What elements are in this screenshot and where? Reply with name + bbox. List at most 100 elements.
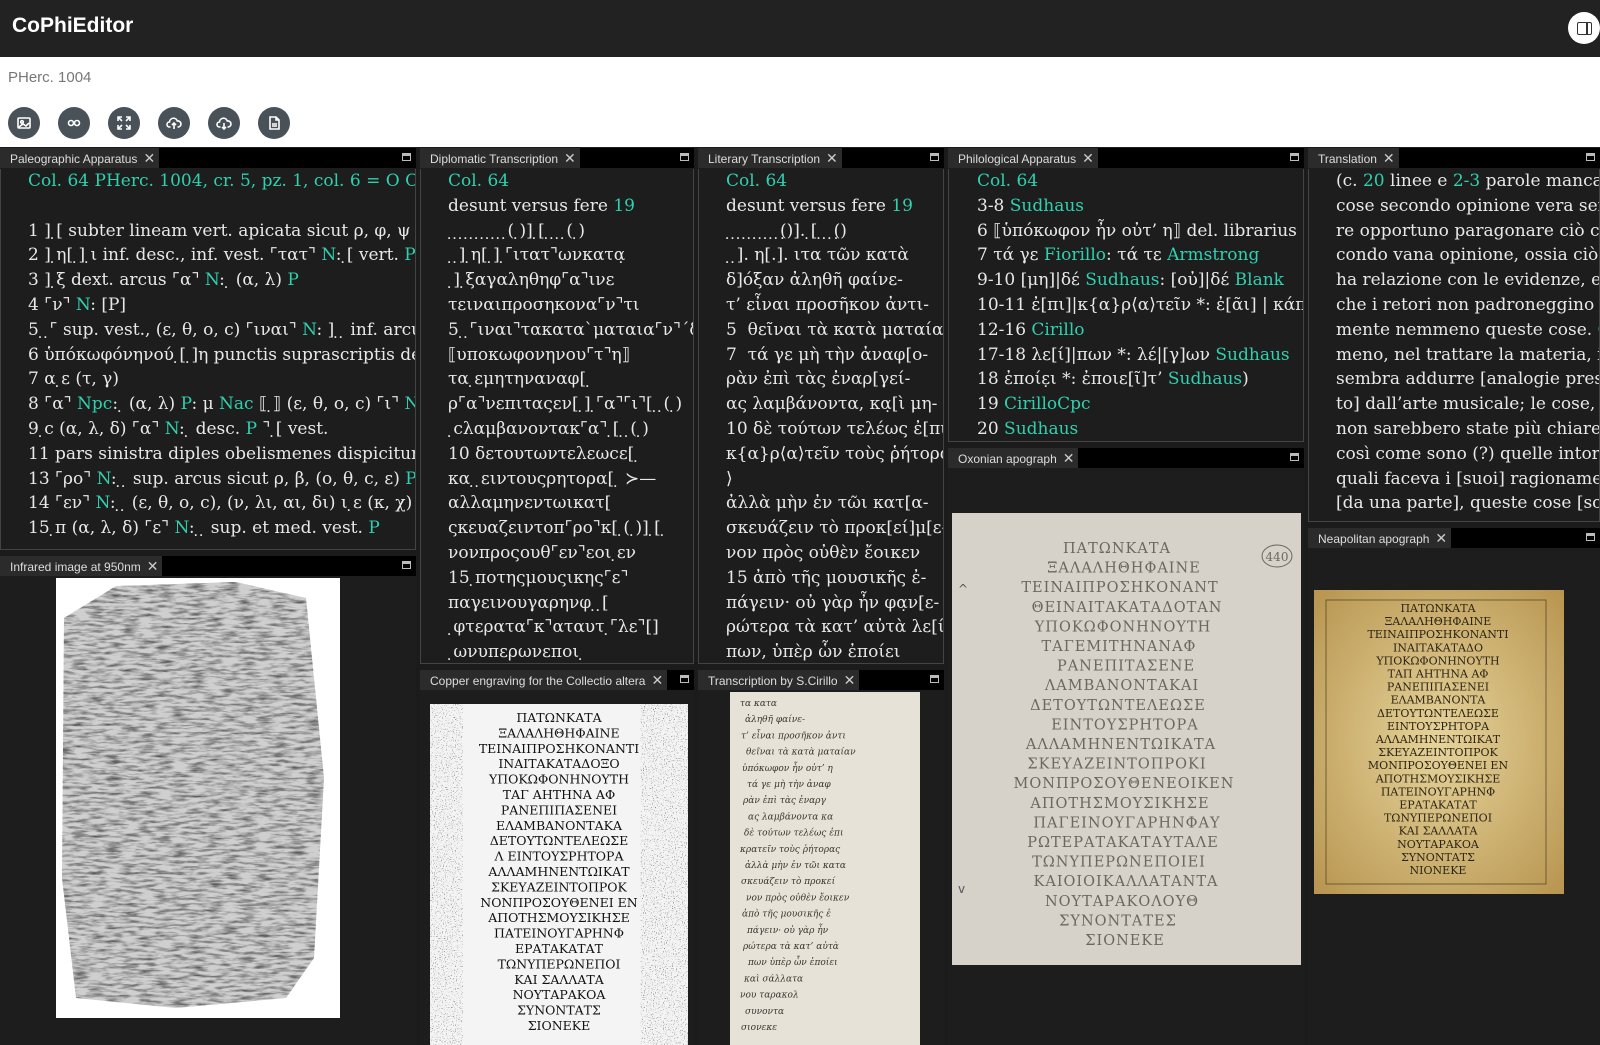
cloud-upload-icon[interactable] <box>158 107 190 139</box>
neapolitan-apograph-image[interactable]: ΠΑΤΩΝΚΑΤΑ ΞΑΛΑΛΗΘΗΦΑΙΝΕ ΤΕΙΝΑΙΠΡΟΣΗΚΟΝΑΝΤΙ… <box>1314 590 1564 894</box>
text-line: ⟦υποκωφονηνου⌜τ⌝η⟧ <box>448 344 631 365</box>
image-text-line: θεῖναι τὰ κατὰ ματαίαν <box>746 747 856 758</box>
text-line: πάγειν· οὐ γὰρ ἦν φα̣ν[ε- <box>726 592 940 613</box>
tabstrip: Literary Transcription ✕ <box>698 148 944 168</box>
tab-neapolitan-apograph[interactable]: Neapolitan apograph ✕ <box>1308 528 1452 548</box>
text-line: 9-10 [μη]|δέ Sudhaus: [οὐ]|δέ Blank <box>977 270 1284 291</box>
image-icon[interactable] <box>8 107 40 139</box>
image-text-line: ΕΛΑΜΒΑΝΟΝΤΑΚΑ <box>496 818 623 833</box>
maximize-icon[interactable] <box>680 675 689 683</box>
infrared-papyrus-image[interactable] <box>56 578 340 1018</box>
text-line: ha relazione con le evidenze, e <box>1336 270 1600 291</box>
image-text-line: ΥΠΟΚΩΦΟΝΗΝΟΥΤΗ <box>1034 619 1212 635</box>
tab-label: Philological Apparatus <box>958 152 1077 166</box>
image-text-line: ΛΑΜΒΑΝΟΝΤΑΚΑΙ <box>1044 678 1199 694</box>
text-line: πων, ὑπὲρ ὧν ἐποίει <box>726 642 901 663</box>
cirillo-manuscript-image[interactable]: τα κατα ἀληθῆ φαίνε-τ’ εἶναι προσῆκον ἀντ… <box>730 692 920 1045</box>
maximize-icon[interactable] <box>930 153 939 161</box>
tab-label: Literary Transcription <box>708 152 821 166</box>
link-icon[interactable] <box>58 107 90 139</box>
text-line: che i retori non padroneggino a <box>1336 294 1600 315</box>
close-icon[interactable]: ✕ <box>1082 150 1094 166</box>
fullscreen-icon[interactable] <box>108 107 140 139</box>
maximize-icon[interactable] <box>402 153 411 161</box>
tab-oxonian-apograph[interactable]: Oxonian apograph ✕ <box>948 448 1079 468</box>
close-icon[interactable]: ✕ <box>826 150 838 166</box>
image-text-line: ΑΠΟΤΗΣΜΟΥΣΙΚΗΣΕ <box>1029 796 1209 812</box>
cloud-download-icon[interactable] <box>208 107 240 139</box>
tab-copper-engraving[interactable]: Copper engraving for the Collectio alter… <box>420 670 668 690</box>
maximize-icon[interactable] <box>402 561 411 569</box>
image-text-line: συνοντα <box>745 1007 784 1017</box>
panel-philological-apparatus: Philological Apparatus ✕ Col. 64 3-8 Sudha… <box>948 148 1304 442</box>
image-text-line: ΑΠΟΤΗΣΜΟΥΣΙΚΗΣΕ <box>487 910 630 925</box>
maximize-icon[interactable] <box>930 675 939 683</box>
image-text-line: ρώτερα τὰ κατ’ αὐτὰ <box>742 941 839 952</box>
tab-infrared-image[interactable]: Infrared image at 950nm ✕ <box>0 556 163 576</box>
image-text-line: ΤΩΝΥΠΕΡΩΝΕΠΟΙ <box>1384 812 1492 825</box>
text-line: 2 ] ̣η[ ̣] ̣ι inf. desc., inf. vest. ⌜τα… <box>28 245 416 266</box>
close-icon[interactable]: ✕ <box>147 558 159 574</box>
panel-body: Col. 64 desunt versus fere 19 ̣ ̣ ̣ ̣ ̣ ̣… <box>698 169 944 664</box>
panel-toggle-icon[interactable] <box>1568 12 1600 44</box>
text-line: meno, nel trattare la materia, in <box>1336 344 1600 365</box>
text-line: così come sono (?) quelle intorn <box>1336 443 1600 464</box>
text-line: δ]όξαν ἀληθῆ φαίνε- <box>726 270 903 291</box>
text-line: 1 ] ̣[ subter lineam vert. apicata sicut… <box>28 220 411 241</box>
text-lines: Col. 64 desunt versus fere 19 ̣ ̣ ̣ ̣ ̣ ̣… <box>726 169 944 663</box>
tab-translation[interactable]: Translation ✕ <box>1308 148 1399 168</box>
copper-engraving-image[interactable]: ΠΑΤΩΝΚΑΤΑ ΞΑΛΑΛΗΘΗΦΑΙΝΕ ΤΕΙΝΑΙΠΡΟΣΗΚΟΝΑΝΤΙ… <box>430 704 688 1045</box>
maximize-icon[interactable] <box>1290 153 1299 161</box>
tab-literary-transcription[interactable]: Literary Transcription ✕ <box>698 148 842 168</box>
panel-body: (c. 20 linee e 2-3 parole mancan cose sec… <box>1308 169 1600 522</box>
text-line: Col. 64 <box>977 171 1039 191</box>
text-line: 17-18 λε[ί]|πων *: λέ|[γ]ων Sudhaus <box>977 344 1290 365</box>
app-title: CoPhiEditor <box>12 14 134 37</box>
toolbar-buttons <box>8 107 290 139</box>
svg-text:v: v <box>958 882 965 896</box>
text-line: to] dall’arte musicale; le cose, i <box>1336 394 1600 415</box>
tab-diplomatic-transcription[interactable]: Diplomatic Transcription ✕ <box>420 148 580 168</box>
close-icon[interactable]: ✕ <box>143 150 155 166</box>
maximize-icon[interactable] <box>1586 153 1595 161</box>
image-text-line: τ’ εἶναι προσῆκον ἀντι <box>741 728 846 741</box>
text-line: sembra addurre [analogie prese <box>1336 369 1600 390</box>
close-icon[interactable]: ✕ <box>651 672 663 688</box>
tabstrip: Neapolitan apograph ✕ <box>1308 528 1600 548</box>
document-icon[interactable] <box>258 107 290 139</box>
text-line: αλλαμηνεντωικατ[ <box>448 493 612 514</box>
image-text-line: ΣΥΝΟΝΤΑΤΣ <box>1401 851 1475 864</box>
tab-cirillo-transcription[interactable]: Transcription by S.Cirillo ✕ <box>698 670 860 690</box>
image-text-line: σκευάζειν τὸ προκεί <box>741 876 836 887</box>
maximize-icon[interactable] <box>1586 533 1595 541</box>
tab-label: Paleographic Apparatus <box>10 152 138 166</box>
maximize-icon[interactable] <box>680 153 689 161</box>
close-icon[interactable]: ✕ <box>1383 150 1395 166</box>
close-icon[interactable]: ✕ <box>564 150 576 166</box>
text-line: ρ⌜α⌝νεπιταςεν[ ̣] ̣⌜α⌝⌜ι⌝[ ̣ ̣( ̣) <box>448 394 683 415</box>
tabstrip: Transcription by S.Cirillo ✕ <box>698 670 944 690</box>
panel-oxonian-apograph: Oxonian apograph ✕ ΠΑΤΩΝΚΑΤΑ ΞΑΛΑΛΗΘΗΦΑΙΝΕ… <box>948 448 1304 1045</box>
image-text-line: ΣΚΕΥΑΖΕΙΝΤΟΠΡΟΚ <box>491 879 627 894</box>
text-line: νον πρὸς οὐθὲν ἔοικεν <box>726 542 921 563</box>
image-text-line: πων ὑπὲρ ὧν ἐποίει <box>747 955 838 968</box>
text-line: ςκευαζειντοπ⌜ρο⌝κ[ ̣( ̣)] ̣[ ̣ <box>448 518 667 539</box>
oxonian-apograph-image[interactable]: ΠΑΤΩΝΚΑΤΑ ΞΑΛΑΛΗΘΗΦΑΙΝΕ ΤΕΙΝΑΙΠΡΟΣΗΚΟΝΑΝΤ Θ… <box>952 513 1301 965</box>
text-line: 8 ⌜α⌝ Npc: ̣ (α, λ) P: μ Nac ⟦ ̣⟧ (ε, θ,… <box>28 394 415 415</box>
image-text-line: ΤΩΝΥΠΕΡΩΝΕΠΟΙ <box>498 956 621 971</box>
close-icon[interactable]: ✕ <box>1063 450 1075 466</box>
close-icon[interactable]: ✕ <box>1435 530 1447 546</box>
text-line: ̣ωνυπερωνεποι ̣ <box>448 642 585 663</box>
svg-text:^: ^ <box>958 582 968 596</box>
tab-paleographic-apparatus[interactable]: Paleographic Apparatus ✕ <box>0 148 160 168</box>
text-line: 7 α ̣ε (τ, γ) <box>28 369 119 390</box>
tab-philological-apparatus[interactable]: Philological Apparatus ✕ <box>948 148 1098 168</box>
image-text-line: ΤΑΓ ΑΗΤΗΝΑ ΑΦ <box>503 787 615 802</box>
maximize-icon[interactable] <box>1290 453 1299 461</box>
text-lines: Col. 64 PHerc. 1004, cr. 5, pz. 1, col. … <box>28 169 416 541</box>
close-icon[interactable]: ✕ <box>844 672 856 688</box>
image-text-line: ΔΕΤΟΥΤΩΝΤΕΛΕΩΣΕ <box>490 833 629 848</box>
manuscript-graphic: τα κατα ἀληθῆ φαίνε-τ’ εἶναι προσῆκον ἀντ… <box>739 699 856 1033</box>
image-text-line: νον πρὸς οὐθὲν ἔοικεν <box>746 892 850 903</box>
text-line: 5 θεῖναι τὰ κατὰ ματαίαν δό <box>726 319 944 340</box>
